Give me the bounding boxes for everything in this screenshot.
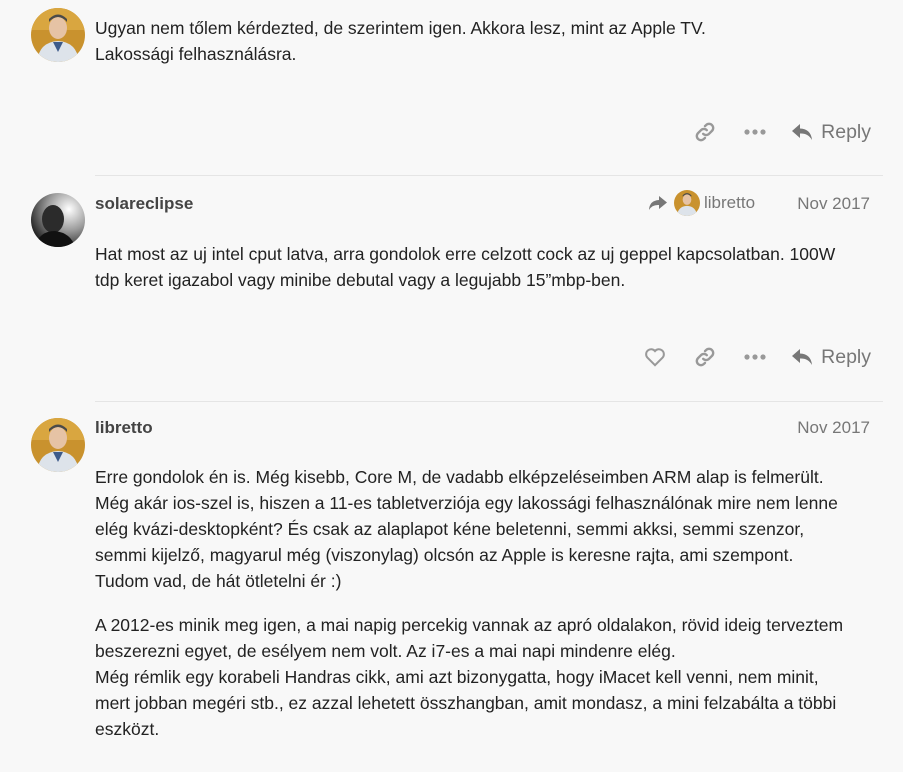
reply-button[interactable]: Reply (791, 346, 871, 369)
post-username[interactable]: libretto (95, 418, 153, 438)
reply-label: Reply (821, 345, 871, 368)
post-username[interactable]: solareclipse (95, 194, 193, 214)
reply-icon (792, 349, 813, 365)
post-actions: Reply (617, 345, 871, 369)
post-line: semmi kijelző, magyarul még (viszonylag)… (95, 545, 794, 565)
post-body: Ugyan nem tőlem kérdezted, de szerintem … (95, 15, 875, 67)
reply-to-username: libretto (704, 193, 756, 212)
post-line: elég kvázi-desktopként? És csak az alapl… (95, 519, 805, 539)
reply-to-indicator[interactable]: libretto (648, 190, 755, 216)
more-options-icon[interactable] (743, 345, 767, 369)
post-line: mert jobban megéri stb., ez azzal lehete… (95, 693, 837, 713)
post-line: Még akár ios-szel is, hiszen a 11-es tab… (95, 493, 838, 513)
reply-icon (792, 124, 813, 140)
avatar[interactable] (31, 8, 85, 62)
avatar[interactable] (31, 418, 85, 472)
reply-label: Reply (821, 120, 871, 143)
avatar (674, 190, 700, 216)
post-paragraph: A 2012-es minik meg igen, a mai napig pe… (95, 612, 875, 742)
post-body: Hat most az uj intel cput latva, arra go… (95, 241, 875, 293)
reply-arrow-icon (649, 196, 667, 210)
post-line: Még rémlik egy korabeli Handras cikk, am… (95, 667, 819, 687)
post-line: Lakossági felhasználásra. (95, 44, 297, 64)
link-icon[interactable] (693, 345, 717, 369)
post-line: Hat most az uj intel cput latva, arra go… (95, 244, 836, 264)
post-divider (95, 175, 883, 176)
post-line: Erre gondolok én is. Még kisebb, Core M,… (95, 467, 824, 487)
post-date[interactable]: Nov 2017 (797, 418, 870, 438)
post-line: A 2012-es minik meg igen, a mai napig pe… (95, 615, 844, 635)
post-actions: Reply (667, 120, 871, 144)
post-line: beszerezni egyet, de esélyem nem volt. A… (95, 641, 676, 661)
post-date[interactable]: Nov 2017 (797, 194, 870, 214)
reply-button[interactable]: Reply (791, 121, 871, 144)
more-options-icon[interactable] (743, 120, 767, 144)
like-icon[interactable] (643, 345, 667, 369)
post-body: Erre gondolok én is. Még kisebb, Core M,… (95, 464, 875, 742)
link-icon[interactable] (693, 120, 717, 144)
post-line: eszközt. (95, 719, 160, 739)
post-line: Tudom vad, de hát ötletelni ér :) (95, 571, 342, 591)
post-line: tdp keret igazabol vagy minibe debutal v… (95, 270, 626, 290)
post-divider (95, 401, 883, 402)
post-line: Ugyan nem tőlem kérdezted, de szerintem … (95, 18, 706, 38)
post-paragraph: Erre gondolok én is. Még kisebb, Core M,… (95, 464, 875, 594)
avatar[interactable] (31, 193, 85, 247)
